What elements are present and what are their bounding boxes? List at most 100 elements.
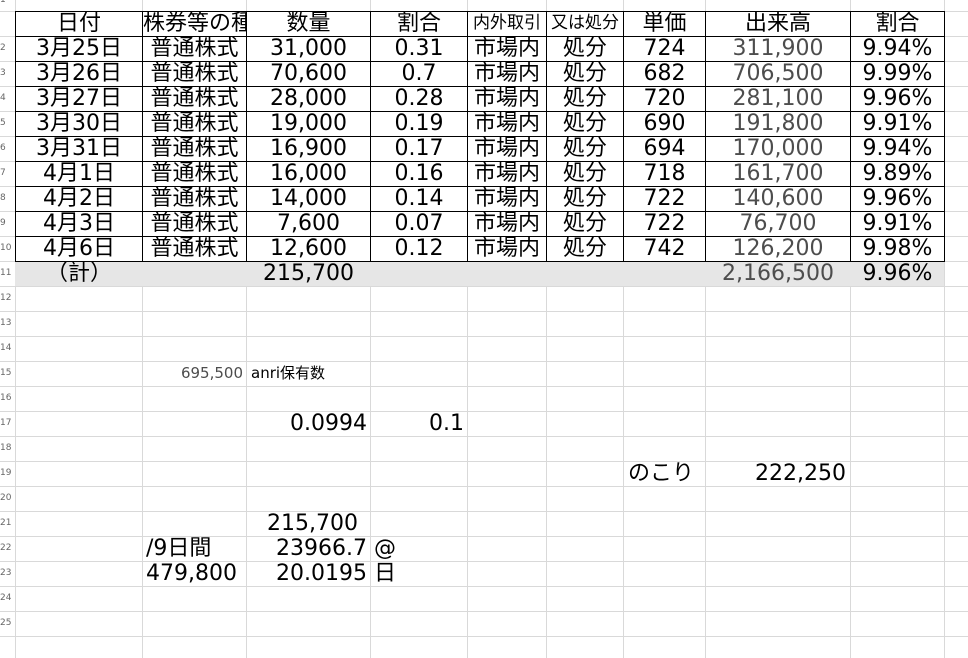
cell-ratio[interactable]: 0.17 <box>371 136 467 161</box>
cell-pct[interactable]: 9.94% <box>851 36 944 61</box>
per-day-value[interactable]: 23966.7 <box>247 536 367 561</box>
row-number[interactable]: 22 <box>0 536 12 561</box>
cell-qty[interactable]: 14,000 <box>247 186 370 211</box>
row-number[interactable]: 14 <box>0 336 12 361</box>
row-number[interactable]: 6 <box>0 136 12 161</box>
cell-pct[interactable]: 9.96% <box>851 86 944 111</box>
cell-type[interactable]: 普通株式 <box>143 61 246 86</box>
row-number[interactable]: 16 <box>0 386 12 411</box>
cell-market[interactable]: 市場内 <box>468 111 546 136</box>
cell-pct[interactable]: 9.91% <box>851 211 944 236</box>
cell-price[interactable]: 718 <box>624 161 705 186</box>
header-quantity[interactable]: 数量 <box>247 11 370 36</box>
row-number[interactable]: 8 <box>0 186 12 211</box>
row-number[interactable]: 11 <box>0 261 12 286</box>
cell-market[interactable]: 市場内 <box>468 136 546 161</box>
cell-price[interactable]: 694 <box>624 136 705 161</box>
cell-price[interactable]: 720 <box>624 86 705 111</box>
row-number[interactable]: 24 <box>0 586 12 611</box>
cell-date[interactable]: 3月31日 <box>16 136 142 161</box>
cell-qty[interactable]: 7,600 <box>247 211 370 236</box>
cell-pct[interactable]: 9.96% <box>851 186 944 211</box>
cell-volume[interactable]: 311,900 <box>706 36 850 61</box>
cell-price[interactable]: 722 <box>624 211 705 236</box>
cell-ratio[interactable]: 0.16 <box>371 161 467 186</box>
cell-date[interactable]: 4月2日 <box>16 186 142 211</box>
cell-pct[interactable]: 9.91% <box>851 111 944 136</box>
row-number[interactable]: 18 <box>0 436 12 461</box>
cell-action[interactable]: 処分 <box>547 61 623 86</box>
cell-type[interactable]: 普通株式 <box>143 236 246 261</box>
total-percentage[interactable]: 9.96% <box>851 261 944 286</box>
cell-qty[interactable]: 12,600 <box>247 236 370 261</box>
cell-volume[interactable]: 191,800 <box>706 111 850 136</box>
holdings-label[interactable]: anri保有数 <box>251 361 369 386</box>
cell-qty[interactable]: 28,000 <box>247 86 370 111</box>
header-security-type[interactable]: 株券等の種類 <box>143 11 246 36</box>
cell-price[interactable]: 722 <box>624 186 705 211</box>
cell-market[interactable]: 市場内 <box>468 161 546 186</box>
row-number[interactable]: 23 <box>0 561 12 586</box>
cell-volume[interactable]: 706,500 <box>706 61 850 86</box>
cell-date[interactable]: 4月1日 <box>16 161 142 186</box>
cell-market[interactable]: 市場内 <box>468 211 546 236</box>
cell-date[interactable]: 3月25日 <box>16 36 142 61</box>
cell-date[interactable]: 3月27日 <box>16 86 142 111</box>
cell-date[interactable]: 4月6日 <box>16 236 142 261</box>
row-number[interactable]: 4 <box>0 86 12 111</box>
cell-action[interactable]: 処分 <box>547 36 623 61</box>
cell-market[interactable]: 市場内 <box>468 86 546 111</box>
remaining-label[interactable]: のこり <box>628 461 703 486</box>
row-number[interactable]: 10 <box>0 236 12 261</box>
cell-qty[interactable]: 31,000 <box>247 36 370 61</box>
ratio-value[interactable]: 0.0994 <box>247 411 367 436</box>
cell-pct[interactable]: 9.94% <box>851 136 944 161</box>
cell-volume[interactable]: 170,000 <box>706 136 850 161</box>
row-number[interactable]: 13 <box>0 311 12 336</box>
cell-ratio[interactable]: 0.12 <box>371 236 467 261</box>
row-number[interactable]: 2 <box>0 36 12 61</box>
big-value[interactable]: 479,800 <box>146 561 246 586</box>
cell-price[interactable]: 742 <box>624 236 705 261</box>
cell-ratio[interactable]: 0.7 <box>371 61 467 86</box>
cell-date[interactable]: 3月26日 <box>16 61 142 86</box>
cell-action[interactable]: 処分 <box>547 111 623 136</box>
header-action[interactable]: 又は処分 <box>547 11 623 36</box>
cell-type[interactable]: 普通株式 <box>143 36 246 61</box>
cell-action[interactable]: 処分 <box>547 236 623 261</box>
row-number[interactable]: 19 <box>0 461 12 486</box>
header-market[interactable]: 内外取引 <box>468 11 546 36</box>
header-unit-price[interactable]: 単価 <box>624 11 705 36</box>
cell-market[interactable]: 市場内 <box>468 236 546 261</box>
ratio-rounded-value[interactable]: 0.1 <box>371 411 464 436</box>
cell-action[interactable]: 処分 <box>547 136 623 161</box>
total-label[interactable]: （計） <box>16 261 142 286</box>
row-number[interactable]: 12 <box>0 286 12 311</box>
remaining-value[interactable]: 222,250 <box>706 461 846 486</box>
row-number[interactable]: 21 <box>0 511 12 536</box>
per-days-label[interactable]: /9日間 <box>146 536 246 561</box>
cell-type[interactable]: 普通株式 <box>143 86 246 111</box>
cell-ratio[interactable]: 0.19 <box>371 111 467 136</box>
cell-qty[interactable]: 19,000 <box>247 111 370 136</box>
cell-type[interactable]: 普通株式 <box>143 211 246 236</box>
cell-ratio[interactable]: 0.28 <box>371 86 467 111</box>
cell-type[interactable]: 普通株式 <box>143 161 246 186</box>
cell-pct[interactable]: 9.89% <box>851 161 944 186</box>
cell-price[interactable]: 724 <box>624 36 705 61</box>
cell-type[interactable]: 普通株式 <box>143 111 246 136</box>
cell-qty[interactable]: 16,900 <box>247 136 370 161</box>
cell-ratio[interactable]: 0.31 <box>371 36 467 61</box>
row-number[interactable]: 3 <box>0 61 12 86</box>
cell-qty[interactable]: 16,000 <box>247 161 370 186</box>
cell-action[interactable]: 処分 <box>547 211 623 236</box>
cell-action[interactable]: 処分 <box>547 86 623 111</box>
cell-ratio[interactable]: 0.07 <box>371 211 467 236</box>
header-date[interactable]: 日付 <box>16 11 142 36</box>
cell-market[interactable]: 市場内 <box>468 186 546 211</box>
cell-volume[interactable]: 140,600 <box>706 186 850 211</box>
cell-pct[interactable]: 9.98% <box>851 236 944 261</box>
days-unit[interactable]: 日 <box>374 561 414 586</box>
row-number[interactable]: 1 <box>0 0 12 13</box>
cell-price[interactable]: 690 <box>624 111 705 136</box>
